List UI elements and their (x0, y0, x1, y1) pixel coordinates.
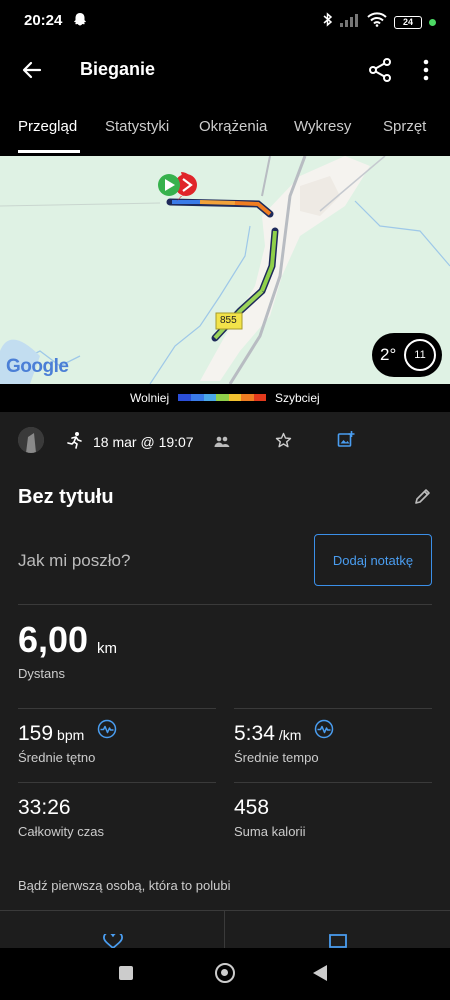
tab-overview[interactable]: Przegląd (18, 118, 77, 135)
wifi-icon (367, 12, 387, 32)
system-back-button[interactable] (313, 965, 327, 981)
activity-details: 18 mar @ 19:07 Bez tytułu Jak mi poszło?… (0, 412, 450, 950)
stat-avg-heart-rate: 159 bpm (18, 722, 84, 746)
divider (234, 782, 432, 783)
signal-icon (340, 13, 360, 32)
like-prompt: Bądź pierwszą osobą, która to polubi (18, 878, 231, 893)
distance-unit: km (97, 640, 117, 657)
page-title: Bieganie (80, 59, 156, 79)
stat-unit: bpm (57, 727, 85, 743)
bluetooth-icon (323, 12, 333, 32)
distance-value: 6,00 (18, 619, 89, 660)
more-vert-icon (423, 59, 429, 81)
recents-button[interactable] (119, 966, 133, 980)
weather-badge: 2° 11 (372, 333, 442, 377)
tab-laps[interactable]: Okrążenia (199, 118, 267, 135)
tab-gear[interactable]: Sprzęt (383, 118, 426, 135)
activity-date: 18 mar @ 19:07 (93, 434, 194, 450)
people-icon[interactable] (214, 435, 230, 453)
distance-label: Dystans (18, 666, 65, 681)
pace-chart-icon[interactable] (314, 719, 334, 744)
stat-label: Średnie tętno (18, 750, 96, 765)
tab-bar: Przegląd Statystyki Okrążenia Wykresy Sp… (0, 98, 450, 156)
activity-title[interactable]: Bez tytułu (18, 486, 114, 509)
activity-meta-row: 18 mar @ 19:07 (0, 412, 450, 472)
system-nav-bar (0, 948, 450, 1000)
stat-unit: /km (278, 727, 302, 743)
running-icon (66, 431, 84, 454)
share-icon (369, 58, 391, 82)
stat-value: 159 (18, 722, 54, 745)
app-bar: Bieganie (0, 42, 450, 98)
edit-pencil-icon[interactable] (414, 488, 431, 510)
notification-dot (429, 18, 436, 26)
stat-label: Suma kalorii (234, 824, 306, 839)
heart-rate-chart-icon[interactable] (97, 719, 117, 744)
more-options-button[interactable] (414, 56, 438, 84)
google-attribution: Google (6, 356, 69, 377)
stat-avg-pace: 5:34/km (234, 722, 301, 746)
stat-value: 5:34 (234, 722, 275, 745)
stat-label: Średnie tempo (234, 750, 319, 765)
divider (18, 604, 432, 605)
avatar[interactable] (18, 427, 44, 453)
social-actions (0, 910, 450, 950)
legend-slow-label: Wolniej (130, 391, 170, 405)
battery-icon: 24 (394, 15, 422, 29)
pace-gradient-bar (178, 394, 266, 401)
status-time: 20:24 (24, 12, 63, 29)
status-icons: 24 (323, 12, 436, 32)
stat-calories: 458 (234, 796, 270, 819)
divider (18, 708, 216, 709)
divider (18, 782, 216, 783)
star-icon[interactable] (275, 432, 292, 454)
stat-label: Całkowity czas (18, 824, 104, 839)
tab-stats[interactable]: Statystyki (105, 118, 169, 135)
ghost-icon (72, 12, 88, 33)
share-button[interactable] (366, 56, 394, 84)
road-number-label: 855 (220, 315, 237, 326)
legend-fast-label: Szybciej (275, 391, 320, 405)
status-bar: 20:24 24 (0, 0, 450, 42)
weather-temperature: 2° (380, 345, 397, 364)
home-button[interactable] (215, 963, 235, 983)
how-did-it-go-prompt: Jak mi poszło? (18, 551, 131, 570)
pace-legend: Wolniej Szybciej (0, 384, 450, 412)
active-tab-indicator (18, 150, 80, 153)
divider (234, 708, 432, 709)
back-button[interactable] (18, 56, 46, 84)
tab-charts[interactable]: Wykresy (294, 118, 351, 135)
add-photo-icon[interactable] (337, 430, 355, 453)
add-note-button[interactable]: Dodaj notatkę (314, 534, 432, 586)
arrow-left-icon (22, 61, 42, 79)
home-dot-icon (221, 969, 228, 976)
stat-total-time: 33:26 (18, 796, 71, 819)
wind-speed-icon: 11 (404, 339, 436, 371)
